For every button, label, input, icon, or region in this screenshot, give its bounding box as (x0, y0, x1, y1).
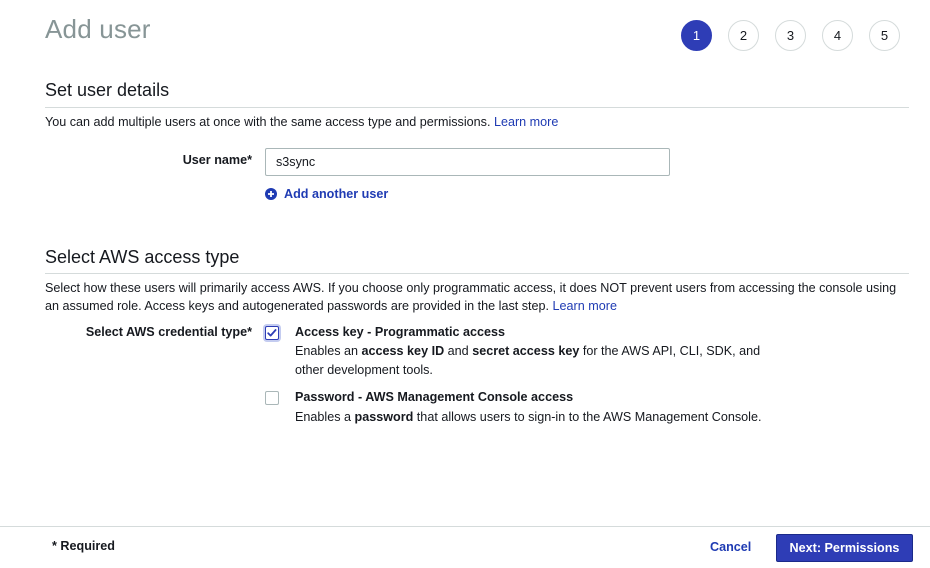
checkmark-icon (267, 329, 277, 337)
desc-text: that allows users to sign-in to the AWS … (413, 410, 762, 424)
add-user-page: Add user 1 2 3 4 5 Set user details You … (0, 0, 930, 568)
user-details-description-text: You can add multiple users at once with … (45, 115, 491, 129)
footer-divider (0, 526, 930, 527)
desc-text: other development tools. (295, 362, 433, 377)
learn-more-link[interactable]: Learn more (494, 115, 558, 129)
wizard-steps: 1 2 3 4 5 (681, 20, 900, 51)
wizard-step-1[interactable]: 1 (681, 20, 712, 51)
user-name-input[interactable] (265, 148, 670, 176)
password-option-description: Enables a password that allows users to … (295, 408, 761, 427)
password-checkbox[interactable] (265, 391, 279, 405)
desc-text: Enables an (295, 344, 362, 358)
desc-bold: password (354, 410, 414, 424)
add-another-user-button[interactable]: Add another user (265, 187, 388, 201)
desc-text: Enables a (295, 410, 355, 424)
wizard-step-5[interactable]: 5 (869, 20, 900, 51)
access-key-checkbox[interactable] (265, 326, 279, 340)
learn-more-link[interactable]: Learn more (553, 299, 617, 313)
user-details-heading: Set user details (45, 80, 170, 100)
desc-bold: secret access key (472, 344, 580, 358)
access-type-description: Select how these users will primarily ac… (45, 279, 909, 315)
required-note: * Required (52, 539, 115, 553)
credential-type-label: Select AWS credential type* (85, 325, 252, 339)
section-divider (45, 107, 909, 108)
next-permissions-button[interactable]: Next: Permissions (776, 534, 913, 562)
user-details-description: You can add multiple users at once with … (45, 113, 909, 131)
page-title: Add user (45, 14, 151, 44)
access-type-heading: Select AWS access type (45, 247, 240, 267)
user-name-label: User name* (182, 153, 252, 167)
access-key-option-description: Enables an access key ID and secret acce… (295, 342, 760, 379)
plus-circle-icon (265, 188, 277, 200)
cancel-button[interactable]: Cancel (710, 540, 751, 554)
access-key-option-title: Access key - Programmatic access (295, 325, 506, 339)
password-option-title: Password - AWS Management Console access (295, 390, 574, 404)
wizard-step-2[interactable]: 2 (728, 20, 759, 51)
wizard-step-3[interactable]: 3 (775, 20, 806, 51)
desc-text: and (444, 344, 473, 358)
desc-bold: access key ID (361, 344, 445, 358)
add-another-user-label: Add another user (284, 187, 389, 201)
wizard-step-4[interactable]: 4 (822, 20, 853, 51)
desc-text: for the AWS API, CLI, SDK, and (579, 344, 761, 358)
access-type-description-text: Select how these users will primarily ac… (45, 281, 897, 313)
section-divider (45, 273, 909, 274)
